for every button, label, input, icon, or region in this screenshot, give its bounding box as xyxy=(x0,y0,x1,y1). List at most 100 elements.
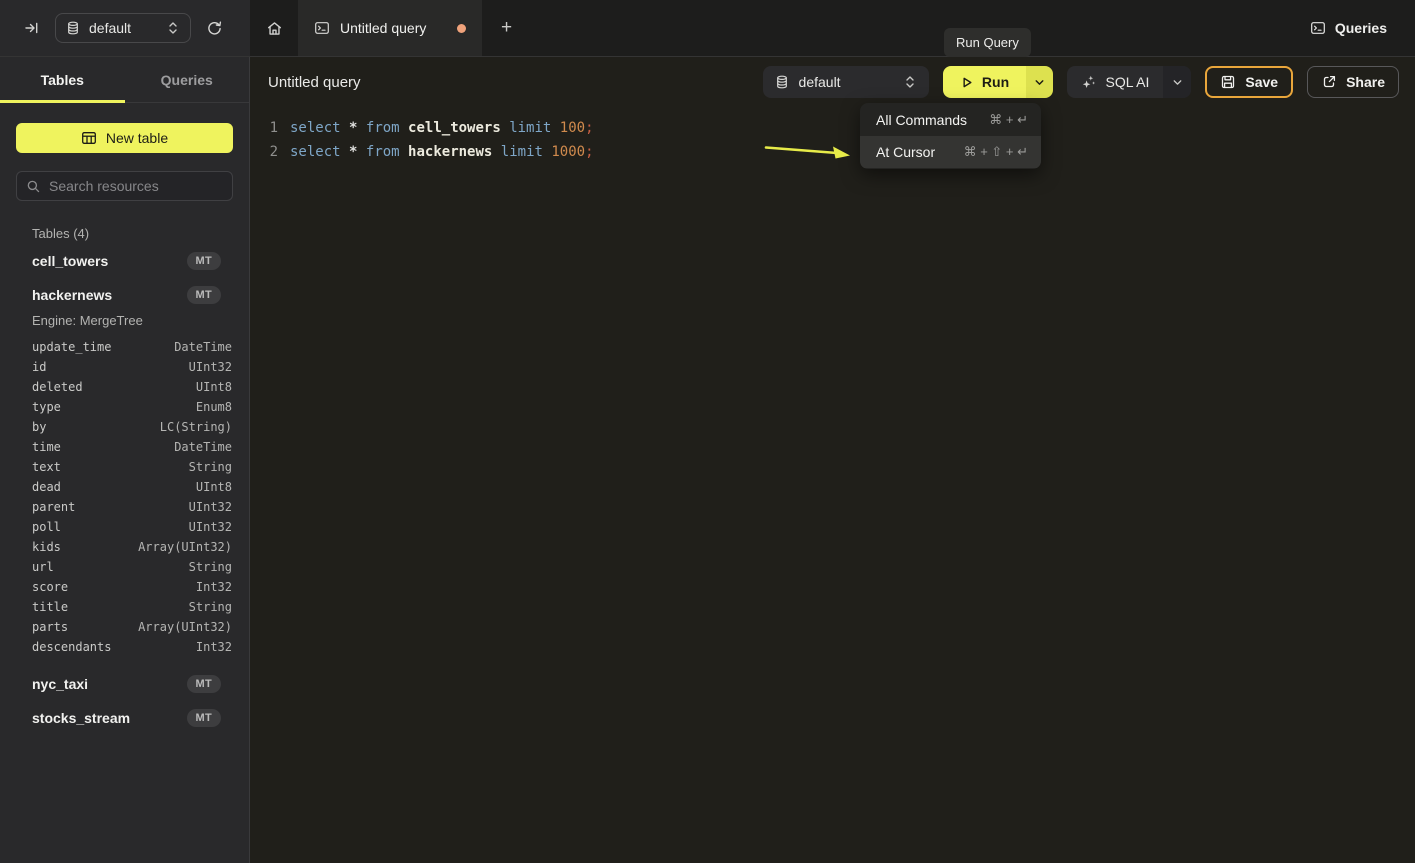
page-body: Tables Queries New table xyxy=(0,57,1415,863)
sidebar-tab-queries[interactable]: Queries xyxy=(125,57,250,102)
table-name: hackernews xyxy=(32,287,112,303)
column-row[interactable]: descendants Int32 xyxy=(16,637,233,657)
column-type: String xyxy=(189,557,232,577)
column-type: LC(String) xyxy=(160,417,232,437)
column-row[interactable]: title String xyxy=(16,597,233,617)
code-line: select * from cell_towers limit 100; xyxy=(290,116,594,140)
column-row[interactable]: parent UInt32 xyxy=(16,497,233,517)
run-button[interactable]: Run xyxy=(943,66,1026,98)
save-button[interactable]: Save xyxy=(1205,66,1293,98)
sidebar-content: New table Tables (4) cell_towers MT xyxy=(0,103,249,863)
column-row[interactable]: type Enum8 xyxy=(16,397,233,417)
column-row[interactable]: update_time DateTime xyxy=(16,337,233,357)
sql-ai-button[interactable]: SQL AI xyxy=(1067,66,1164,98)
column-name: descendants xyxy=(32,637,111,657)
search-box xyxy=(16,171,233,201)
tab-home[interactable] xyxy=(250,0,298,56)
database-selector-toolbar[interactable]: default xyxy=(763,66,929,98)
column-type: String xyxy=(189,597,232,617)
top-bar-left: default xyxy=(0,0,250,56)
column-name: parent xyxy=(32,497,75,517)
run-menu-item[interactable]: All Commands ⌘ + ↵ xyxy=(860,104,1041,136)
save-button-label: Save xyxy=(1245,74,1278,90)
database-selector-top[interactable]: default xyxy=(55,13,191,43)
column-name: deleted xyxy=(32,377,83,397)
table-row-nyc-taxi[interactable]: nyc_taxi MT xyxy=(16,667,233,701)
column-name: update_time xyxy=(32,337,111,357)
unsaved-changes-dot xyxy=(457,24,466,33)
tab-strip: Untitled query + Queries xyxy=(250,0,1415,56)
sql-editor[interactable]: 12 select * from cell_towers limit 100;s… xyxy=(250,107,1415,863)
sql-ai-options-button[interactable] xyxy=(1163,66,1191,98)
table-name: nyc_taxi xyxy=(32,676,88,692)
line-number: 2 xyxy=(250,140,278,164)
column-type: Int32 xyxy=(196,637,232,657)
column-row[interactable]: score Int32 xyxy=(16,577,233,597)
chevron-up-down-icon xyxy=(166,20,180,36)
database-selector-top-value: default xyxy=(89,20,131,36)
column-row[interactable]: id UInt32 xyxy=(16,357,233,377)
sidebar-tabs: Tables Queries xyxy=(0,57,249,103)
table-row-stocks-stream[interactable]: stocks_stream MT xyxy=(16,701,233,735)
queries-button[interactable]: Queries xyxy=(1310,20,1387,36)
column-row[interactable]: url String xyxy=(16,557,233,577)
collapse-sidebar-button[interactable] xyxy=(24,20,40,36)
table-name: cell_towers xyxy=(32,253,108,269)
column-name: poll xyxy=(32,517,61,537)
line-number: 1 xyxy=(250,116,278,140)
run-menu-item-label: At Cursor xyxy=(876,144,935,160)
engine-badge: MT xyxy=(187,709,221,727)
column-name: id xyxy=(32,357,46,377)
run-button-label: Run xyxy=(982,74,1009,90)
run-menu-item[interactable]: At Cursor ⌘ + ⇧ + ↵ xyxy=(860,136,1041,168)
engine-badge: MT xyxy=(187,675,221,693)
column-name: text xyxy=(32,457,61,477)
column-type: UInt8 xyxy=(196,477,232,497)
queries-icon xyxy=(1310,20,1326,36)
column-row[interactable]: deleted UInt8 xyxy=(16,377,233,397)
run-options-button[interactable] xyxy=(1026,66,1053,98)
sql-ai-label: SQL AI xyxy=(1106,74,1150,90)
new-table-label: New table xyxy=(106,130,168,146)
run-menu-item-label: All Commands xyxy=(876,112,967,128)
column-type: Array(UInt32) xyxy=(138,617,232,637)
refresh-button[interactable] xyxy=(206,20,223,37)
table-row-hackernews[interactable]: hackernews MT xyxy=(16,278,233,312)
column-row[interactable]: poll UInt32 xyxy=(16,517,233,537)
column-row[interactable]: by LC(String) xyxy=(16,417,233,437)
home-icon xyxy=(266,20,283,37)
editor-gutter: 12 xyxy=(250,116,278,863)
new-tab-button[interactable]: + xyxy=(482,0,531,56)
column-row[interactable]: time DateTime xyxy=(16,437,233,457)
sidebar-tab-tables[interactable]: Tables xyxy=(0,57,125,102)
collapse-sidebar-icon xyxy=(24,20,40,36)
column-type: DateTime xyxy=(174,437,232,457)
column-row[interactable]: parts Array(UInt32) xyxy=(16,617,233,637)
column-row[interactable]: kids Array(UInt32) xyxy=(16,537,233,557)
table-row-cell-towers[interactable]: cell_towers MT xyxy=(16,244,233,278)
column-name: score xyxy=(32,577,68,597)
share-button[interactable]: Share xyxy=(1307,66,1399,98)
database-icon xyxy=(775,75,789,89)
hackernews-columns: update_time DateTime id UInt32 deleted U… xyxy=(16,337,233,667)
column-type: UInt8 xyxy=(196,377,232,397)
tab-untitled-query[interactable]: Untitled query xyxy=(298,0,482,56)
search-resources-input[interactable] xyxy=(49,178,230,194)
database-selector-toolbar-value: default xyxy=(799,74,841,90)
run-options-menu: All Commands ⌘ + ↵ At Cursor ⌘ + ⇧ + ↵ xyxy=(860,103,1041,169)
column-row[interactable]: dead UInt8 xyxy=(16,477,233,497)
column-type: Int32 xyxy=(196,577,232,597)
main-panel: Untitled query default xyxy=(250,57,1415,863)
run-menu-item-shortcut: ⌘ + ↵ xyxy=(989,112,1028,128)
sidebar: Tables Queries New table xyxy=(0,57,250,863)
new-table-button[interactable]: New table xyxy=(16,123,233,153)
column-name: time xyxy=(32,437,61,457)
tab-title: Untitled query xyxy=(340,20,426,36)
top-bar: default xyxy=(0,0,1415,57)
hackernews-engine-label: Engine: MergeTree xyxy=(16,312,233,337)
chevron-down-icon xyxy=(1033,76,1046,89)
column-name: type xyxy=(32,397,61,417)
query-title: Untitled query xyxy=(268,74,361,91)
column-name: url xyxy=(32,557,54,577)
column-row[interactable]: text String xyxy=(16,457,233,477)
